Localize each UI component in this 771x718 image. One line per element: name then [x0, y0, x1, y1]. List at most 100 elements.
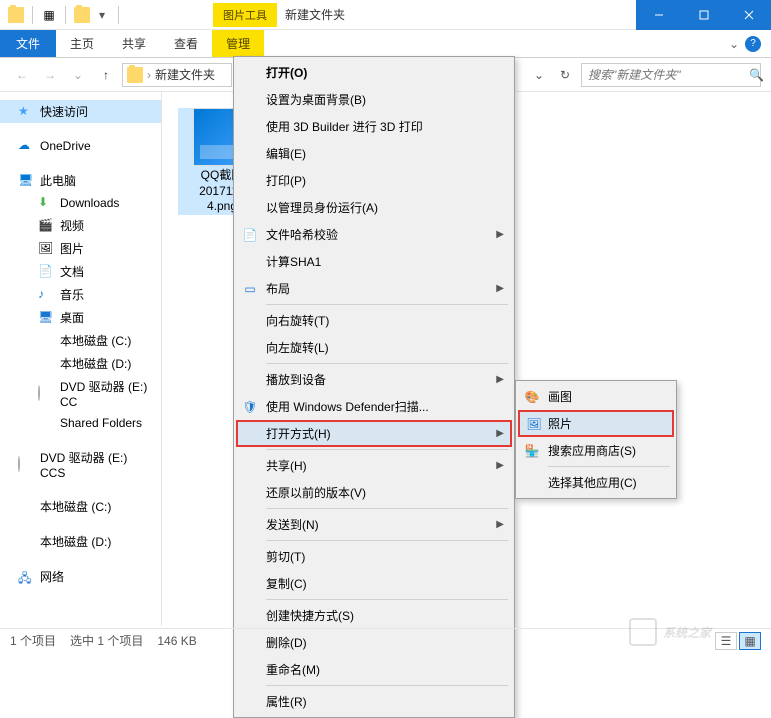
sidebar-documents[interactable]: 📄 文档: [0, 260, 161, 283]
open-with-submenu: 🎨画图 🖼照片 🏪搜索应用商店(S) 选择其他应用(C): [515, 380, 677, 499]
menu-rotate-right[interactable]: 向右旋转(T): [236, 307, 512, 334]
search-icon[interactable]: 🔍: [749, 68, 764, 82]
refresh-button[interactable]: ↻: [553, 63, 577, 87]
menu-calc-sha1[interactable]: 计算SHA1: [236, 248, 512, 275]
paint-icon: 🎨: [524, 389, 540, 405]
file-tab[interactable]: 文件: [0, 30, 56, 57]
contextual-tools-label: 图片工具: [213, 3, 277, 27]
sidebar-label: 网络: [40, 568, 64, 585]
folder-icon: [8, 7, 24, 23]
menu-separator: [548, 466, 670, 467]
submenu-paint[interactable]: 🎨画图: [518, 383, 674, 410]
help-icon[interactable]: ?: [745, 36, 761, 52]
submenu-search-store[interactable]: 🏪搜索应用商店(S): [518, 437, 674, 464]
view-tab[interactable]: 查看: [160, 30, 212, 57]
photos-icon: 🖼: [526, 416, 542, 432]
sidebar-dvd-e2[interactable]: DVD 驱动器 (E:) CCS: [0, 446, 161, 483]
up-button[interactable]: ↑: [94, 63, 118, 87]
chevron-right-icon: ▶: [496, 229, 504, 240]
menu-rename[interactable]: 重命名(M): [236, 656, 512, 683]
sidebar-videos[interactable]: 🎬 视频: [0, 214, 161, 237]
sidebar-drive-d2[interactable]: 本地磁盘 (D:): [0, 530, 161, 553]
thumbnails-view-button[interactable]: ▦: [739, 632, 761, 650]
chevron-right-icon: ▶: [496, 519, 504, 530]
dropdown-icon[interactable]: ▾: [94, 7, 110, 23]
close-button[interactable]: [726, 0, 771, 30]
home-tab[interactable]: 主页: [56, 30, 108, 57]
menu-3d-builder[interactable]: 使用 3D Builder 进行 3D 打印: [236, 113, 512, 140]
sidebar-label: 视频: [60, 217, 84, 234]
menu-run-as-admin[interactable]: 以管理员身份运行(A): [236, 194, 512, 221]
sidebar-label: OneDrive: [40, 139, 91, 153]
menu-create-shortcut[interactable]: 创建快捷方式(S): [236, 602, 512, 629]
menu-copy[interactable]: 复制(C): [236, 570, 512, 597]
ribbon-tabs: 文件 主页 共享 查看 管理 ⌄ ?: [0, 30, 771, 58]
breadcrumb-arrow[interactable]: ›: [147, 68, 151, 82]
titlebar: ▦ ▾ 图片工具 新建文件夹: [0, 0, 771, 30]
menu-file-hash[interactable]: 📄文件哈希校验▶: [236, 221, 512, 248]
sidebar-shared-folders[interactable]: Shared Folders: [0, 412, 161, 434]
sidebar-this-pc[interactable]: 🖥 此电脑: [0, 169, 161, 192]
layout-icon: ▭: [242, 281, 258, 297]
menu-separator: [266, 449, 508, 450]
context-menu: 打开(O) 设置为桌面背景(B) 使用 3D Builder 进行 3D 打印 …: [233, 56, 515, 718]
store-icon: 🏪: [524, 443, 540, 459]
back-button[interactable]: ←: [10, 63, 34, 87]
video-icon: 🎬: [38, 218, 54, 234]
menu-rotate-left[interactable]: 向左旋转(L): [236, 334, 512, 361]
sidebar-pictures[interactable]: 🖼 图片: [0, 237, 161, 260]
minimize-button[interactable]: [636, 0, 681, 30]
cloud-icon: ☁: [18, 138, 34, 154]
address-dropdown-icon[interactable]: ⌄: [527, 63, 551, 87]
menu-separator: [266, 540, 508, 541]
disk-icon: [38, 356, 54, 372]
sidebar-label: 图片: [60, 240, 84, 257]
sidebar-drive-c2[interactable]: 本地磁盘 (C:): [0, 495, 161, 518]
sidebar-drive-c[interactable]: 本地磁盘 (C:): [0, 329, 161, 352]
menu-layout[interactable]: ▭布局▶: [236, 275, 512, 302]
sidebar-drive-d[interactable]: 本地磁盘 (D:): [0, 352, 161, 375]
sidebar-music[interactable]: ♪ 音乐: [0, 283, 161, 306]
sidebar-desktop[interactable]: 🖥 桌面: [0, 306, 161, 329]
expand-ribbon-icon[interactable]: ⌄: [729, 37, 739, 51]
menu-separator: [266, 304, 508, 305]
menu-share[interactable]: 共享(H)▶: [236, 452, 512, 479]
menu-restore-previous[interactable]: 还原以前的版本(V): [236, 479, 512, 506]
submenu-choose-other[interactable]: 选择其他应用(C): [518, 469, 674, 496]
menu-open[interactable]: 打开(O): [236, 59, 512, 86]
menu-defender-scan[interactable]: 🛡使用 Windows Defender扫描...: [236, 393, 512, 420]
details-view-button[interactable]: ☰: [715, 632, 737, 650]
disk-icon: [38, 333, 54, 349]
share-tab[interactable]: 共享: [108, 30, 160, 57]
menu-properties[interactable]: 属性(R): [236, 688, 512, 715]
sidebar-quick-access[interactable]: ★ 快速访问: [0, 100, 161, 123]
disk-icon: [18, 499, 34, 515]
menu-cast-to-device[interactable]: 播放到设备▶: [236, 366, 512, 393]
history-dropdown[interactable]: ⌄: [66, 63, 90, 87]
manage-tab[interactable]: 管理: [212, 30, 264, 57]
sidebar-label: 此电脑: [40, 172, 76, 189]
sidebar-label: DVD 驱动器 (E:) CC: [60, 378, 153, 409]
sidebar-dvd-e[interactable]: DVD 驱动器 (E:) CC: [0, 375, 161, 412]
menu-print[interactable]: 打印(P): [236, 167, 512, 194]
address-box[interactable]: › 新建文件夹: [122, 63, 232, 87]
search-input[interactable]: [588, 68, 745, 82]
sidebar-downloads[interactable]: ⬇ Downloads: [0, 192, 161, 214]
menu-set-wallpaper[interactable]: 设置为桌面背景(B): [236, 86, 512, 113]
properties-icon[interactable]: ▦: [41, 7, 57, 23]
sidebar-network[interactable]: 🖧 网络: [0, 565, 161, 588]
search-box[interactable]: 🔍: [581, 63, 761, 87]
document-icon: 📄: [242, 227, 258, 243]
statusbar: 1 个项目 选中 1 个项目 146 KB ☰ ▦: [0, 628, 771, 652]
menu-cut[interactable]: 剪切(T): [236, 543, 512, 570]
sidebar-label: 本地磁盘 (D:): [40, 533, 111, 550]
submenu-photos[interactable]: 🖼照片: [518, 410, 674, 437]
breadcrumb[interactable]: 新建文件夹: [155, 66, 215, 83]
maximize-button[interactable]: [681, 0, 726, 30]
sidebar-onedrive[interactable]: ☁ OneDrive: [0, 135, 161, 157]
menu-send-to[interactable]: 发送到(N)▶: [236, 511, 512, 538]
new-folder-icon[interactable]: [74, 7, 90, 23]
forward-button[interactable]: →: [38, 63, 62, 87]
menu-open-with[interactable]: 打开方式(H)▶: [236, 420, 512, 447]
menu-edit[interactable]: 编辑(E): [236, 140, 512, 167]
